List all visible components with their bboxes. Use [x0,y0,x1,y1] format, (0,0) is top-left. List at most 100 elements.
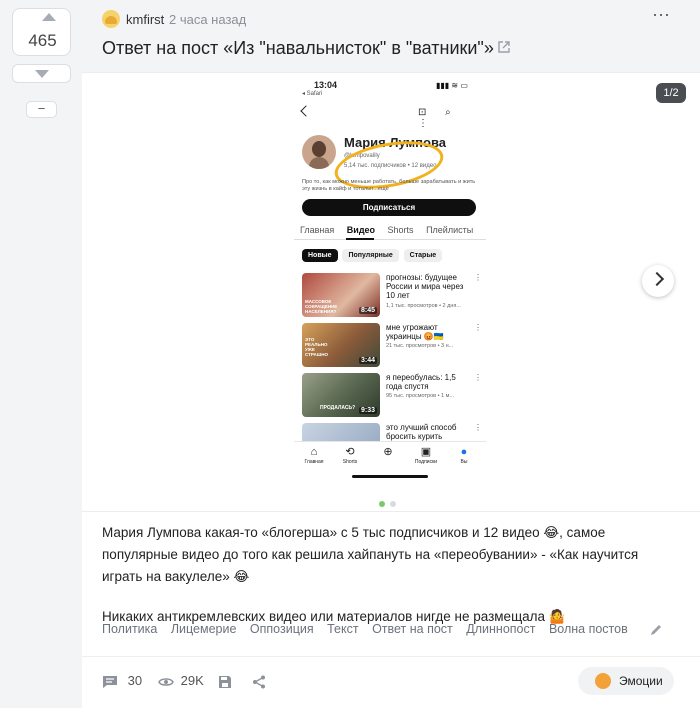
video-duration: 9:33 [358,407,377,414]
phone-back-app: ◂ Safari [302,91,323,97]
bottom-nav-subscriptions: ▣ Подписки [408,445,444,465]
tag-link[interactable]: Политика [102,622,157,636]
comments-count: 30 [127,673,143,688]
comments-button[interactable]: 30 [102,673,142,689]
hide-post-button[interactable]: − [26,101,57,118]
floppy-icon [219,675,231,688]
rating-box: 465 [12,8,71,56]
post-page: 465 − kmfirst 2 часа назад ··· Ответ на … [0,0,700,708]
phone-bottom-nav: ⌂ Главная ⟲ Shorts ⊕ ▣ Подписки ● Вы [294,441,486,477]
post-footer: 30 29K Эмоции [82,656,700,708]
chip-old: Старые [403,249,443,262]
video-title: мне угрожают украинцы 😡🇺🇦 [386,323,444,341]
shorts-icon: ⟲ [345,446,355,458]
tab-divider [294,239,486,240]
arrow-down-icon [35,70,49,78]
chevron-right-icon [649,271,665,287]
tag-link[interactable]: Волна постов [549,622,628,636]
video-title: я переобулась: 1,5 года спустя [386,373,456,391]
vote-rail: 465 − [0,0,82,708]
post-time: 2 часа назад [169,12,247,27]
channel-toolbar-icons: ⊡ ⌕ ⋮ [418,107,459,129]
thumbnail-caption: ПРОДАЛАСЬ? [320,405,356,411]
emotions-button[interactable]: Эмоции [578,667,674,695]
bottom-nav-label: Подписки [414,459,438,465]
tag-link[interactable]: Оппозиция [250,622,314,636]
video-meta: 21 тыс. просмотров • 3 н... [386,343,454,349]
video-thumbnail: ПРОДАЛАСЬ? 9:33 [302,373,380,417]
gallery-dots [379,494,401,512]
home-indicator [352,475,428,478]
bottom-nav-label: Вы [460,459,468,465]
video-more-icon: ⋮ [474,373,482,382]
phone-status-icons: ▮▮▮ ≋ ▭ [436,81,468,90]
profile-icon: ● [460,446,468,458]
save-button[interactable] [218,673,232,689]
rating-count: 465 [28,31,57,50]
emoji-face-icon [595,673,611,689]
chip-new: Новые [302,249,338,262]
video-duration: 8:45 [358,307,377,314]
back-arrow-icon [300,105,312,117]
tag-link[interactable]: Длиннопост [466,622,535,636]
video-duration: 3:44 [358,357,377,364]
chip-popular: Популярные [342,249,399,262]
bottom-nav-shorts: ⟲ Shorts [332,445,368,465]
bottom-nav-label: Shorts [342,459,358,465]
thumbnail-caption: ЭТО РЕАЛЬНО УЖЕ СТРАШНО [305,337,329,357]
gallery-dot[interactable] [379,501,385,507]
image-gallery: 13:04 ◂ Safari ▮▮▮ ≋ ▭ ⊡ ⌕ ⋮ Мария Лумпо… [82,72,700,512]
external-link-icon[interactable] [497,40,511,54]
post-title[interactable]: Ответ на пост «Из "навальнисток" в "ватн… [102,38,494,59]
post-header: kmfirst 2 часа назад ··· Ответ на пост «… [82,0,700,72]
video-item: МАССОВОЕ СОКРАЩЕНИЕ НАСЕЛЕНИЯ? 8:45 прог… [302,273,482,319]
gallery-counter: 1/2 [656,83,686,103]
video-thumbnail: ЭТО РЕАЛЬНО УЖЕ СТРАШНО 3:44 [302,323,380,367]
bottom-nav-label: Главная [304,459,324,465]
video-item: ПРОДАЛАСЬ? 9:33 я переобулась: 1,5 года … [302,373,482,419]
views-count: 29K [180,673,204,688]
comment-icon [103,675,117,688]
tab-videos: Видео [346,225,376,235]
post-card: kmfirst 2 часа назад ··· Ответ на пост «… [82,0,700,708]
share-icon [253,675,265,689]
more-dots-icon[interactable]: ··· [652,5,670,26]
thumbnail-caption: МАССОВОЕ СОКРАЩЕНИЕ НАСЕЛЕНИЯ? [305,299,338,314]
video-more-icon: ⋮ [474,423,482,432]
post-paragraph: Мария Лумпова какая-то «блогерша» с 5 ты… [102,525,639,584]
tab-home: Главная [300,225,335,235]
channel-tabs: Главная Видео Shorts Плейлисты [300,225,486,235]
video-meta: 1,1 тыс. просмотров • 2 дня... [386,303,461,309]
author-avatar[interactable] [102,10,120,28]
next-image-button[interactable] [642,265,674,297]
phone-time: 13:04 [314,80,338,90]
video-thumbnail: МАССОВОЕ СОКРАЩЕНИЕ НАСЕЛЕНИЯ? 8:45 [302,273,380,317]
eye-icon [158,677,174,686]
home-icon: ⌂ [310,446,318,458]
bottom-nav-create: ⊕ [370,445,406,459]
views-counter: 29K [158,673,204,688]
phone-screenshot: 13:04 ◂ Safari ▮▮▮ ≋ ▭ ⊡ ⌕ ⋮ Мария Лумпо… [294,77,486,483]
sort-chips: Новые Популярные Старые [302,249,445,262]
plus-icon: ⊕ [383,446,393,458]
tag-link[interactable]: Ответ на пост [372,622,453,636]
gallery-dot[interactable] [390,501,396,507]
pencil-icon[interactable] [649,623,663,637]
video-meta: 95 тыс. просмотров • 1 м... [386,393,454,399]
tag-link[interactable]: Лицемерие [171,622,237,636]
emotions-label: Эмоции [619,674,663,688]
video-title: это лучший способ бросить курить [386,423,457,441]
channel-description: Про то, как можно меньше работать, больш… [302,179,476,192]
downvote-button[interactable] [12,64,71,83]
tab-playlists: Плейлисты [426,225,474,235]
arrow-up-icon[interactable] [42,13,56,21]
channel-avatar [302,135,336,169]
video-more-icon: ⋮ [474,273,482,282]
author-name[interactable]: kmfirst [126,12,164,27]
tag-link[interactable]: Текст [327,622,358,636]
post-tags: Политика Лицемерие Оппозиция Текст Ответ… [102,622,638,636]
share-button[interactable] [252,673,266,689]
subscribe-button: Подписаться [302,199,476,216]
video-item: ЭТО РЕАЛЬНО УЖЕ СТРАШНО 3:44 мне угрожаю… [302,323,482,369]
bottom-nav-you: ● Вы [446,445,482,465]
